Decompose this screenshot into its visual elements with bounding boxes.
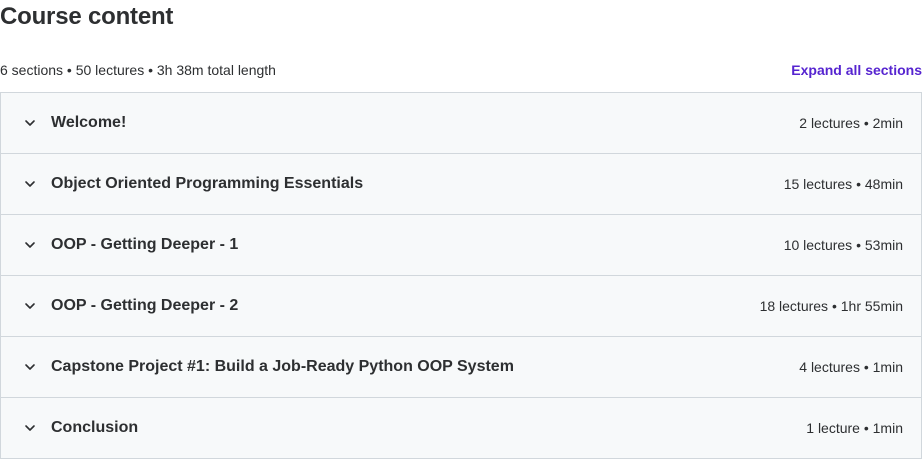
section-meta: 1 lecture • 1min	[806, 420, 903, 436]
expand-all-sections-button[interactable]: Expand all sections	[791, 62, 922, 78]
section-meta: 15 lectures • 48min	[783, 176, 903, 192]
section-header[interactable]: Conclusion 1 lecture • 1min	[1, 398, 921, 459]
section-title: OOP - Getting Deeper - 2	[51, 297, 239, 314]
chevron-down-icon	[23, 116, 37, 130]
page-title: Course content	[0, 3, 174, 30]
section-list: Welcome! 2 lectures • 2min Object Orient…	[0, 92, 922, 459]
chevron-down-icon	[23, 360, 37, 374]
section-header[interactable]: Capstone Project #1: Build a Job-Ready P…	[1, 337, 921, 398]
chevron-down-icon	[23, 238, 37, 252]
chevron-down-icon	[23, 421, 37, 435]
section-title: Object Oriented Programming Essentials	[51, 175, 364, 192]
section-header[interactable]: OOP - Getting Deeper - 2 18 lectures • 1…	[1, 276, 921, 337]
section-header[interactable]: Object Oriented Programming Essentials 1…	[1, 154, 921, 215]
section-meta: 10 lectures • 53min	[783, 237, 903, 253]
chevron-down-icon	[23, 299, 37, 313]
section-meta: 4 lectures • 1min	[799, 359, 903, 375]
section-header[interactable]: Welcome! 2 lectures • 2min	[1, 93, 921, 154]
section-meta: 2 lectures • 2min	[799, 115, 903, 131]
section-title: Capstone Project #1: Build a Job-Ready P…	[51, 358, 514, 375]
chevron-down-icon	[23, 177, 37, 191]
section-title: Welcome!	[51, 114, 127, 131]
section-meta: 18 lectures • 1hr 55min	[759, 298, 903, 314]
section-title: OOP - Getting Deeper - 1	[51, 236, 239, 253]
section-header[interactable]: OOP - Getting Deeper - 1 10 lectures • 5…	[1, 215, 921, 276]
course-summary-row: 6 sections • 50 lectures • 3h 38m total …	[0, 60, 922, 80]
section-title: Conclusion	[51, 419, 139, 436]
course-summary: 6 sections • 50 lectures • 3h 38m total …	[0, 62, 276, 78]
